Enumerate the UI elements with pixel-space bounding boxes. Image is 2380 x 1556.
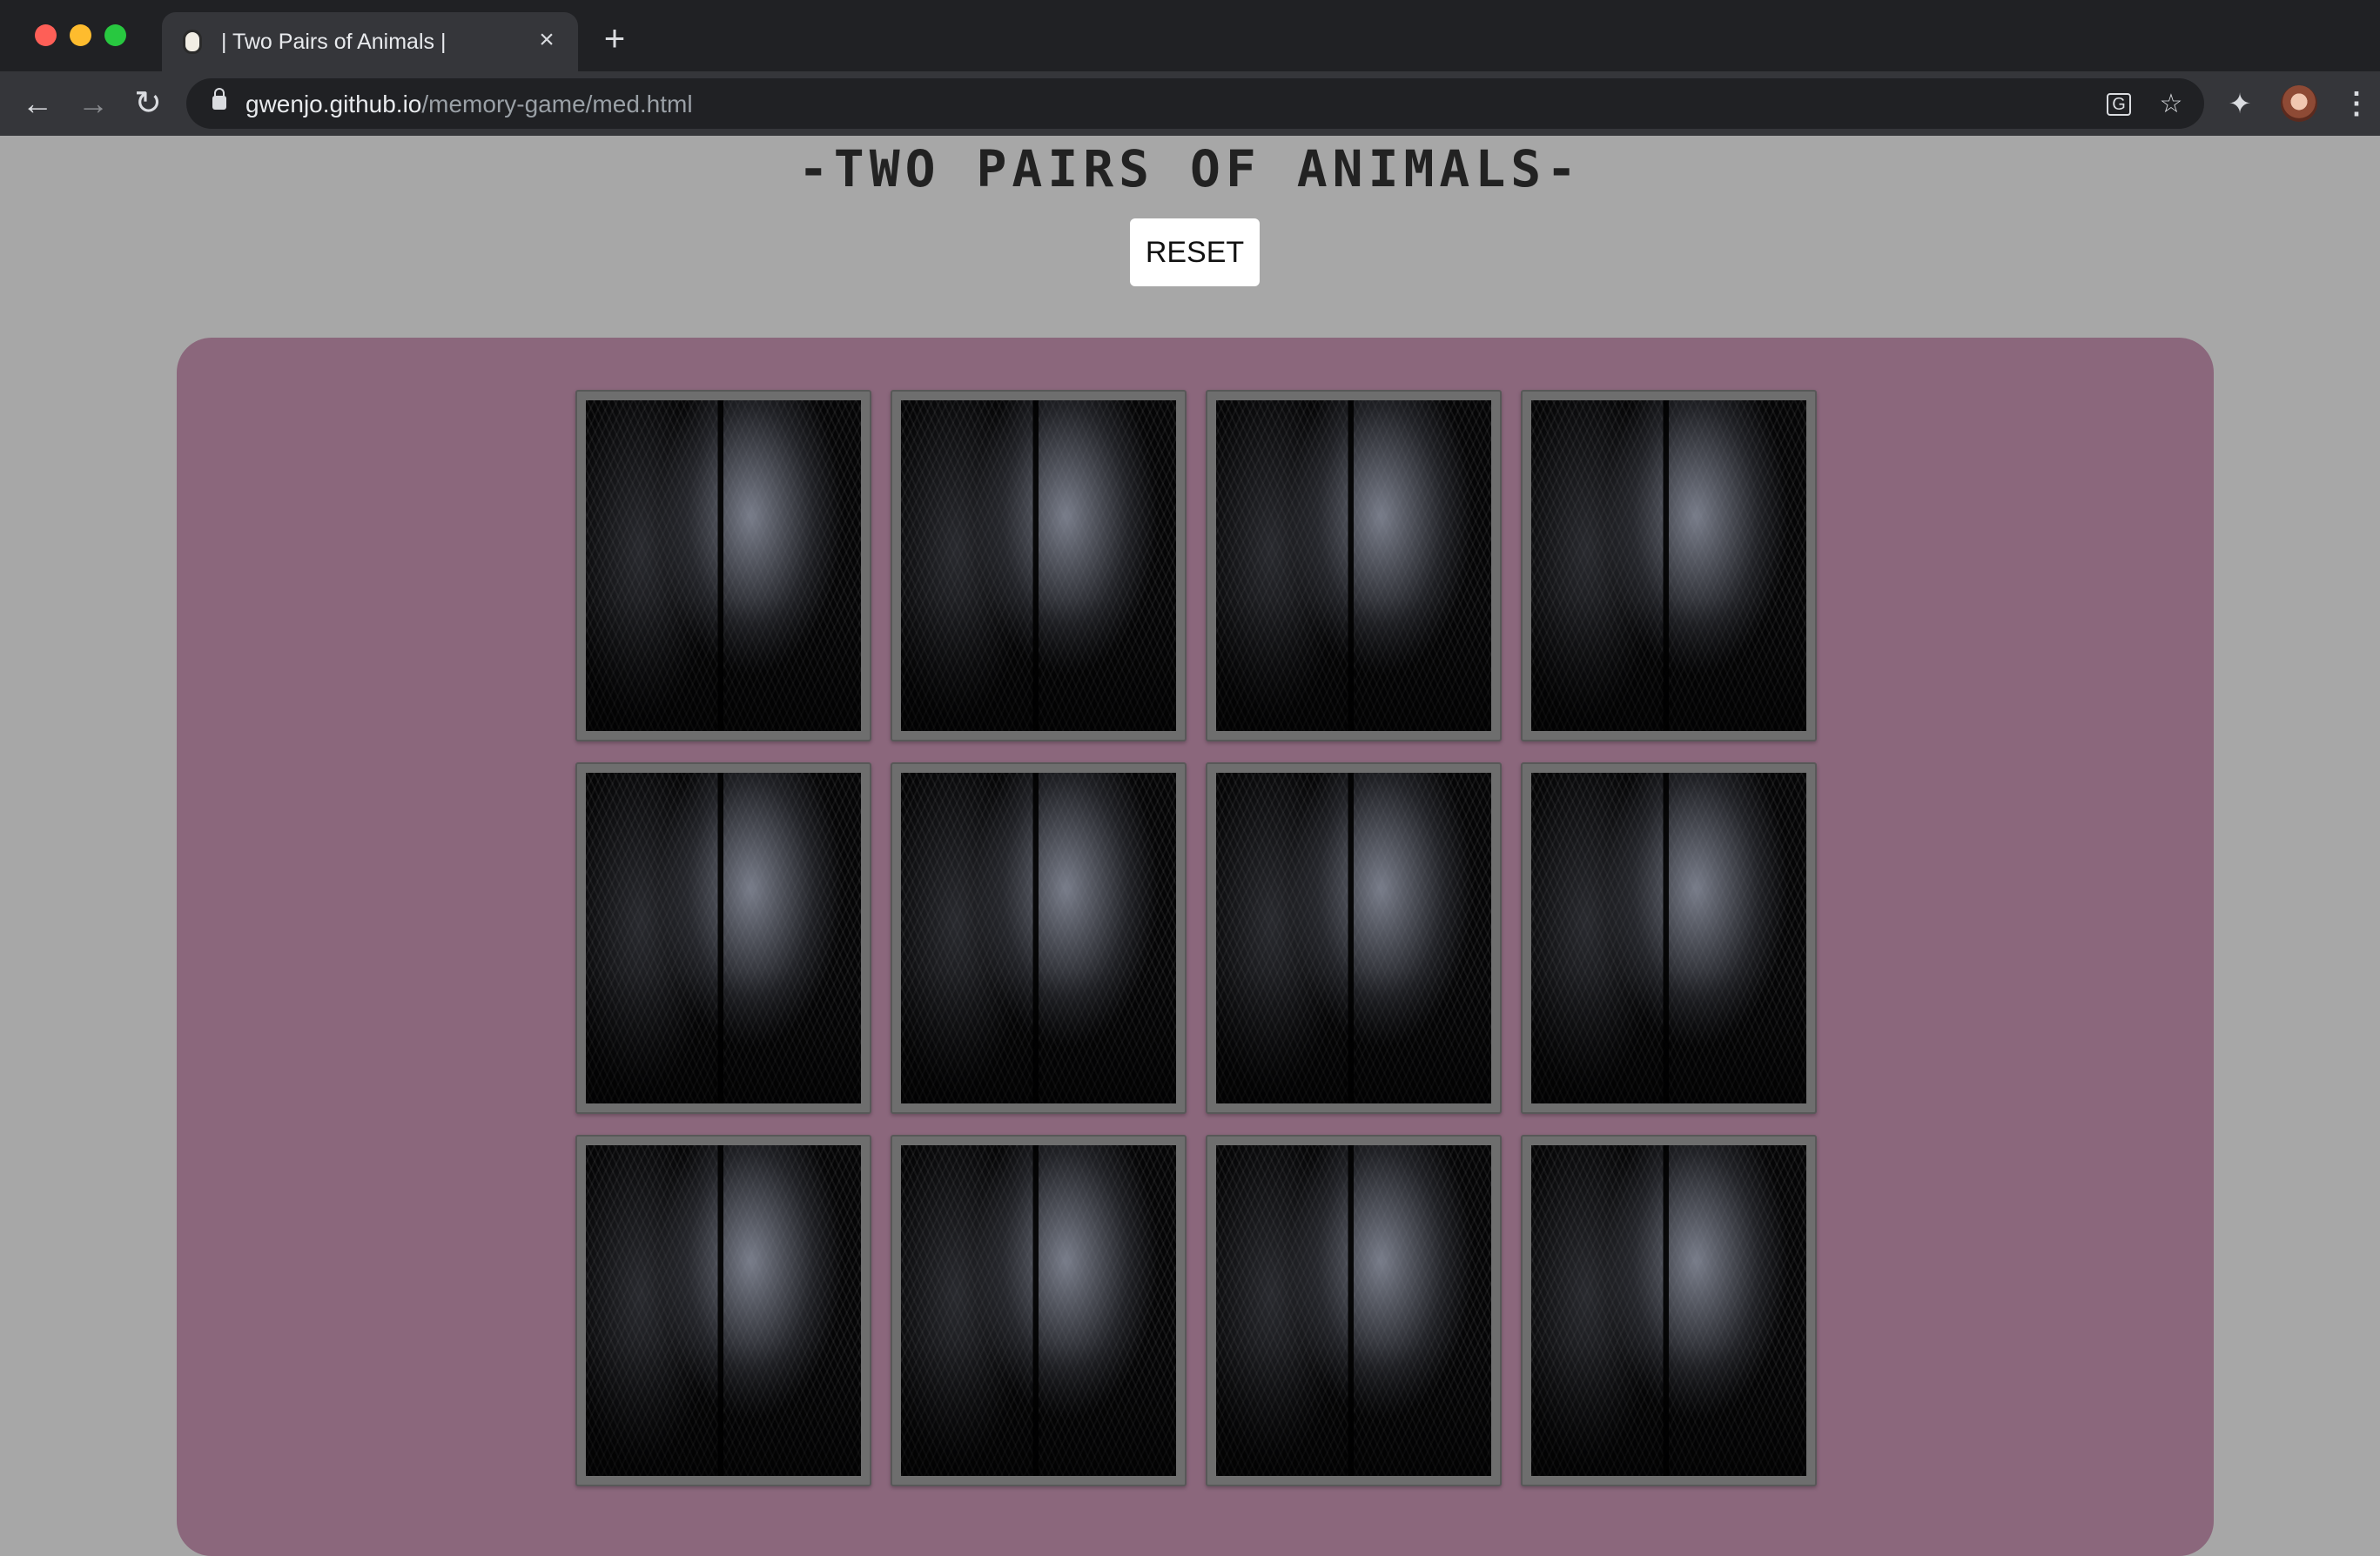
memory-card[interactable] bbox=[575, 1135, 871, 1486]
memory-card[interactable] bbox=[1521, 762, 1817, 1114]
penguin-favicon-icon bbox=[183, 30, 202, 54]
lock-icon[interactable] bbox=[212, 88, 226, 110]
star-icon[interactable]: ☆ bbox=[2157, 91, 2185, 118]
back-arrow-icon[interactable]: ← bbox=[16, 82, 59, 125]
card-back-feather-image bbox=[586, 400, 861, 731]
avatar[interactable] bbox=[2281, 85, 2317, 122]
memory-card[interactable] bbox=[575, 762, 871, 1114]
memory-card[interactable] bbox=[891, 762, 1187, 1114]
card-back-feather-image bbox=[901, 1145, 1176, 1476]
forward-arrow-icon[interactable]: → bbox=[71, 82, 115, 125]
close-icon[interactable]: × bbox=[531, 24, 562, 56]
kebab-menu-icon[interactable]: ⋮ bbox=[2342, 85, 2371, 122]
page-title: -TWO PAIRS OF ANIMALS- bbox=[797, 139, 1583, 198]
card-back-feather-image bbox=[586, 773, 861, 1103]
card-grid bbox=[575, 390, 1817, 1486]
card-back-feather-image bbox=[1531, 1145, 1806, 1476]
card-back-feather-image bbox=[1216, 1145, 1491, 1476]
address-bar[interactable]: gwenjo.github.io/memory-game/med.html G … bbox=[186, 78, 2204, 129]
card-back-feather-image bbox=[1531, 400, 1806, 731]
memory-card[interactable] bbox=[1206, 1135, 1502, 1486]
url-text[interactable]: gwenjo.github.io/memory-game/med.html bbox=[245, 91, 693, 118]
card-back-feather-image bbox=[1216, 773, 1491, 1103]
window-close-dot[interactable] bbox=[35, 24, 57, 46]
url-host: gwenjo.github.io bbox=[245, 91, 422, 117]
memory-card[interactable] bbox=[891, 1135, 1187, 1486]
memory-card[interactable] bbox=[1521, 1135, 1817, 1486]
translate-icon[interactable]: G bbox=[2107, 93, 2131, 116]
card-back-feather-image bbox=[901, 773, 1176, 1103]
memory-card[interactable] bbox=[1206, 762, 1502, 1114]
browser-titlebar: | Two Pairs of Animals | × + bbox=[0, 0, 2380, 71]
card-back-feather-image bbox=[1531, 773, 1806, 1103]
card-back-feather-image bbox=[901, 400, 1176, 731]
card-back-feather-image bbox=[1216, 400, 1491, 731]
card-back-feather-image bbox=[586, 1145, 861, 1476]
url-path: /memory-game/med.html bbox=[421, 91, 693, 117]
memory-card[interactable] bbox=[891, 390, 1187, 741]
memory-card[interactable] bbox=[1206, 390, 1502, 741]
reload-icon[interactable]: ↻ bbox=[126, 82, 170, 125]
window-maximize-dot[interactable] bbox=[104, 24, 126, 46]
memory-card[interactable] bbox=[1521, 390, 1817, 741]
puzzle-icon[interactable]: ✦ bbox=[2225, 89, 2255, 118]
browser-toolbar: ← → ↻ gwenjo.github.io/memory-game/med.h… bbox=[0, 71, 2380, 136]
tab-title: | Two Pairs of Animals | bbox=[221, 30, 447, 54]
window-minimize-dot[interactable] bbox=[70, 24, 91, 46]
browser-tab[interactable]: | Two Pairs of Animals | × bbox=[162, 12, 578, 71]
reset-button[interactable]: RESET bbox=[1130, 218, 1260, 286]
plus-icon[interactable]: + bbox=[597, 20, 632, 57]
memory-card[interactable] bbox=[575, 390, 871, 741]
game-board bbox=[177, 338, 2214, 1556]
